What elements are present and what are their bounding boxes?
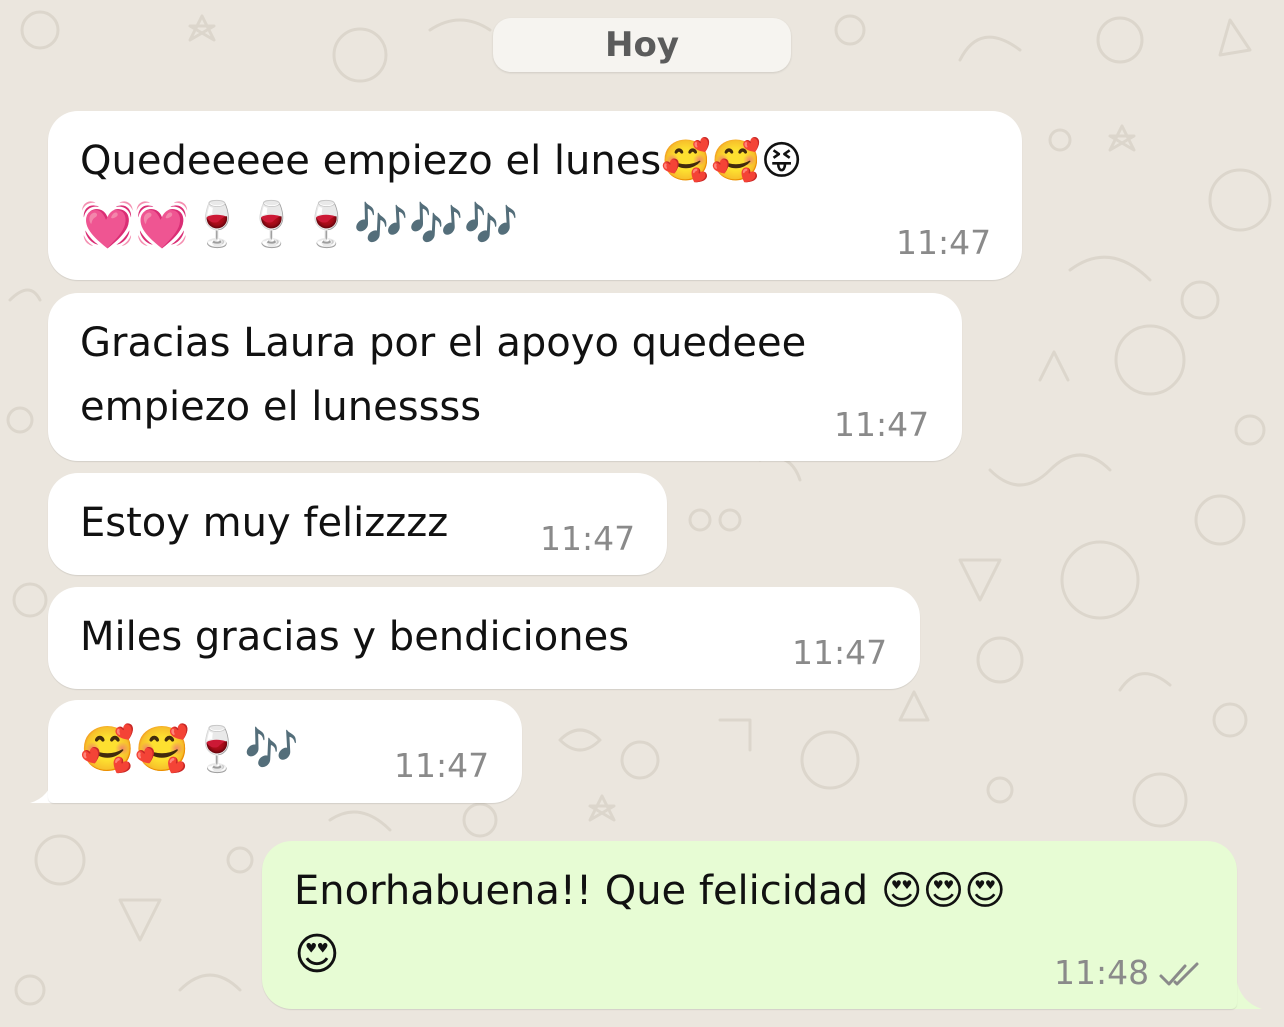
message-bubble-incoming[interactable]: Quedeeeee empiezo el lunes🥰🥰😝 💓💓🍷🍷🍷🎶🎶🎶 1… xyxy=(48,111,1022,280)
date-separator: Hoy xyxy=(493,18,791,72)
message-text: 🥰🥰🍷🎶 xyxy=(80,724,300,775)
message-text: Miles gracias y bendiciones xyxy=(80,614,630,660)
message-timestamp: 11:47 xyxy=(834,405,930,444)
message-text: Gracias Laura por el apoyo quedeee empie… xyxy=(80,320,807,430)
read-double-check-icon xyxy=(1159,962,1199,985)
message-timestamp: 11:47 xyxy=(792,633,888,672)
message-status: 11:48 xyxy=(1054,953,1209,993)
message-bubble-incoming[interactable]: 🥰🥰🍷🎶 11:47 xyxy=(48,700,522,803)
message-timestamp: 11:47 xyxy=(540,519,636,558)
message-timestamp: 11:47 xyxy=(394,746,490,785)
message-timestamp: 11:48 xyxy=(1054,953,1150,992)
message-text: Quedeeeee empiezo el lunes🥰🥰😝 💓💓🍷🍷🍷🎶🎶🎶 xyxy=(80,138,803,250)
message-text: Estoy muy felizzzz xyxy=(80,500,449,546)
message-timestamp: 11:47 xyxy=(896,223,992,262)
message-bubble-incoming[interactable]: Estoy muy felizzzz 11:47 xyxy=(48,473,667,575)
message-text: Enorhabuena!! Que felicidad 😍😍😍 😍 xyxy=(294,868,1006,980)
message-bubble-outgoing[interactable]: Enorhabuena!! Que felicidad 😍😍😍 😍 11:48 xyxy=(262,841,1237,1009)
message-bubble-incoming[interactable]: Gracias Laura por el apoyo quedeee empie… xyxy=(48,293,962,461)
message-bubble-incoming[interactable]: Miles gracias y bendiciones 11:47 xyxy=(48,587,920,689)
